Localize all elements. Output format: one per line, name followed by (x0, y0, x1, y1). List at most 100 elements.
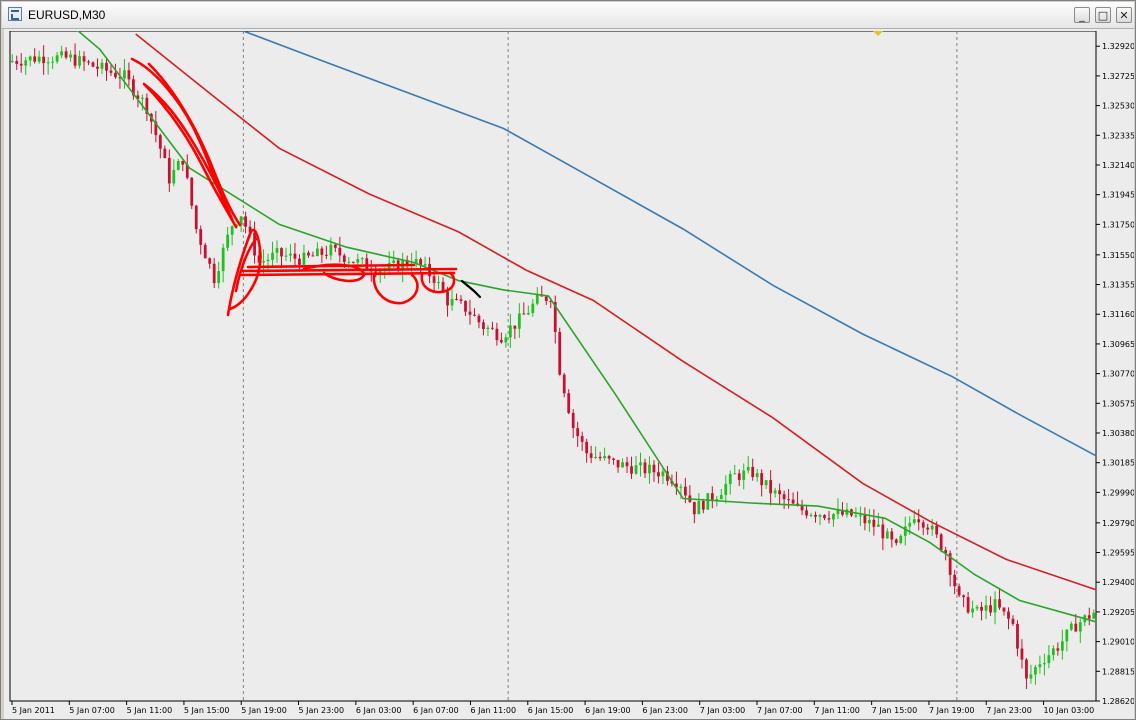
x-tick-label: 5 Jan 2011 (12, 706, 55, 715)
bear-candle (580, 436, 584, 442)
chart-area[interactable]: 1.32920 1.32725 1.32530 1.32335 1.32140 1.319… (4, 29, 1134, 719)
bear-candle (612, 458, 615, 460)
bear-candle (562, 374, 566, 394)
bear-candle (244, 216, 247, 227)
bear-candle (939, 534, 943, 551)
bull-candle (639, 462, 642, 466)
bull-candle (867, 519, 871, 524)
x-tick-label: 6 Jan 07:00 (413, 706, 459, 715)
bear-candle (446, 291, 449, 306)
bull-candle (755, 473, 759, 478)
bull-candle (123, 70, 126, 79)
bear-candle (293, 253, 297, 259)
bull-candle (526, 313, 530, 315)
bear-candle (333, 244, 337, 248)
minimize-button[interactable]: _ (1074, 7, 1090, 23)
bull-candle (1029, 674, 1033, 679)
bear-candle (760, 473, 764, 486)
bull-candle (230, 226, 234, 235)
bear-candle (365, 258, 369, 269)
bear-candle (473, 314, 476, 316)
bear-candle (791, 499, 795, 504)
bull-candle (930, 525, 934, 530)
bear-candle (190, 177, 194, 206)
x-tick-label: 6 Jan 11:00 (470, 706, 516, 715)
triangle-down-marker-icon (873, 31, 883, 36)
bull-candle (46, 62, 50, 64)
bull-candle (742, 470, 746, 480)
bull-candle (423, 264, 427, 266)
bear-candle (42, 56, 46, 64)
bear-candle (64, 51, 68, 58)
moving-average-line-2 (135, 33, 1097, 591)
bear-candle (589, 453, 593, 458)
x-tick-label: 5 Jan 15:00 (184, 706, 230, 715)
x-tick-label: 7 Jan 15:00 (872, 706, 918, 715)
bear-candle (19, 63, 23, 66)
bull-candle (728, 474, 732, 484)
bull-candle (221, 247, 225, 272)
bull-candle (176, 160, 180, 170)
bear-candle (73, 54, 77, 66)
bull-candle (504, 337, 508, 343)
y-tick-label: 1.30770 (1102, 370, 1134, 379)
bear-candle (710, 493, 714, 501)
y-tick-label: 1.29595 (1102, 549, 1134, 558)
bear-candle (683, 486, 687, 496)
bull-candle (289, 253, 292, 256)
bull-candle (1047, 655, 1051, 664)
bear-candle (823, 515, 826, 519)
y-tick-label: 1.30380 (1102, 429, 1134, 438)
bull-candle (724, 483, 728, 495)
bear-candle (894, 539, 898, 543)
bear-candle (881, 524, 885, 539)
bear-candle (957, 586, 961, 596)
bear-candle (307, 252, 310, 256)
bull-candle (1038, 664, 1042, 668)
x-tick-label: 5 Jan 19:00 (241, 706, 287, 715)
bull-candle (60, 51, 63, 56)
bear-candle (921, 522, 925, 528)
bull-candle (450, 298, 454, 306)
bull-candle (531, 303, 535, 314)
bear-candle (342, 255, 346, 263)
bear-candle (585, 441, 589, 454)
bear-candle (15, 61, 19, 64)
y-tick-label: 1.31550 (1102, 251, 1134, 260)
maximize-button[interactable]: □ (1095, 7, 1111, 23)
bear-candle (127, 70, 131, 80)
bull-candle (1065, 629, 1069, 642)
bear-candle (459, 299, 463, 301)
bull-candle (764, 480, 768, 486)
candlestick-chart[interactable]: 1.32920 1.32725 1.32530 1.32335 1.32140 1.319… (4, 29, 1134, 719)
bear-candle (495, 328, 499, 341)
bear-candle (935, 525, 939, 535)
bull-candle (1078, 622, 1082, 632)
bull-candle (10, 61, 14, 63)
bull-candle (1043, 663, 1046, 665)
bear-candle (351, 261, 355, 263)
bear-candle (33, 56, 37, 62)
bull-candle (486, 327, 490, 330)
bull-candle (594, 456, 598, 458)
title-bar[interactable]: EURUSD,M30 _ □ ✕ (2, 2, 1134, 29)
bull-candle (347, 261, 351, 263)
bear-candle (567, 393, 571, 413)
bull-candle (1069, 623, 1073, 630)
bear-candle (737, 473, 741, 480)
bear-candle (998, 599, 1001, 608)
top-mask (4, 29, 1134, 31)
close-button[interactable]: ✕ (1116, 7, 1132, 23)
bear-candle (1007, 611, 1010, 619)
bear-candle (208, 258, 212, 264)
bull-candle (51, 61, 55, 63)
bear-candle (105, 62, 108, 71)
chart-window-icon (8, 7, 22, 21)
red-freehand-annotation (240, 267, 458, 273)
bull-candle (859, 515, 862, 517)
bull-candle (854, 515, 858, 517)
x-tick-label: 5 Jan 23:00 (299, 706, 345, 715)
bear-candle (114, 72, 117, 78)
bear-candle (199, 229, 203, 245)
chart-window: EURUSD,M30 _ □ ✕ 1.32920 1.32725 1.32530 1.… (0, 0, 1136, 720)
